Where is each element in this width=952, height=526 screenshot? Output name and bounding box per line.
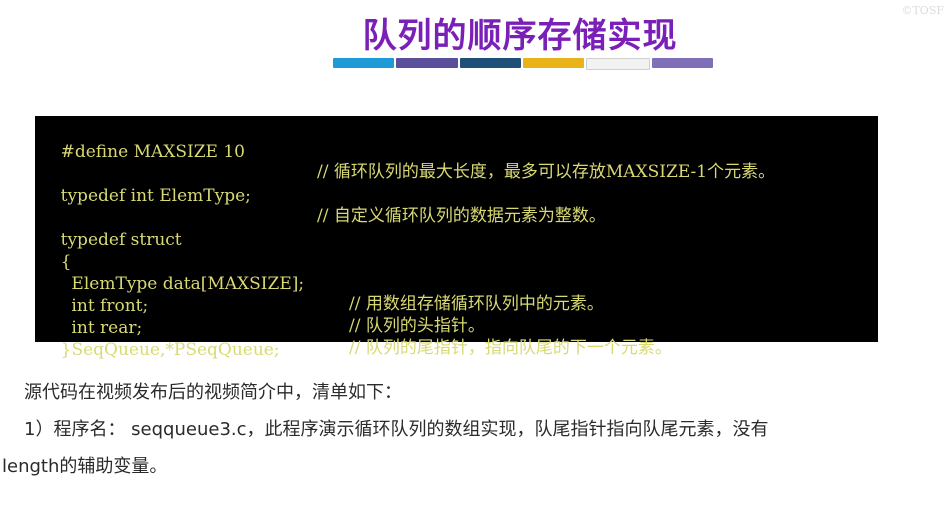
slide-title: 队列的顺序存储实现 (362, 16, 678, 56)
underline-segment-6 (651, 58, 713, 68)
code-text: typedef int ElemType; (60, 186, 251, 206)
code-comment: // 队列的尾指针，指向队尾的下一个元素。 (349, 338, 672, 358)
code-text: #define MAXSIZE 10 (60, 142, 245, 162)
underline-segment-5 (586, 58, 650, 70)
underline-segment-3 (459, 58, 521, 68)
description-line-2: 1）程序名： seqqueue3.c，此程序演示循环队列的数组实现，队尾指针指向… (24, 419, 769, 440)
code-comment: // 循环队列的最大长度，最多可以存放MAXSIZE-1个元素。 (317, 162, 776, 182)
description-line-3: length的辅助变量。 (2, 456, 168, 477)
description-line-1: 源代码在视频发布后的视频简介中，清单如下： (24, 382, 402, 403)
underline-segment-1 (333, 58, 395, 68)
underline-segment-4 (522, 58, 585, 68)
code-comment: // 自定义循环队列的数据元素为整数。 (317, 206, 606, 226)
code-block: #define MAXSIZE 10 // 循环队列的最大长度，最多可以存放MA… (35, 116, 878, 360)
code-comment: // 用数组存储循环队列中的元素。 (349, 294, 604, 314)
watermark-logo: ©TOSF (901, 4, 944, 17)
code-comment: // 队列的头指针。 (349, 316, 485, 336)
code-text: }SeqQueue,*PSeqQueue; (60, 340, 280, 360)
code-text: typedef struct (60, 230, 182, 250)
underline-segment-2 (396, 58, 458, 68)
title-underline (333, 58, 713, 70)
code-line-8: }SeqQueue,*PSeqQueue; (39, 320, 280, 380)
